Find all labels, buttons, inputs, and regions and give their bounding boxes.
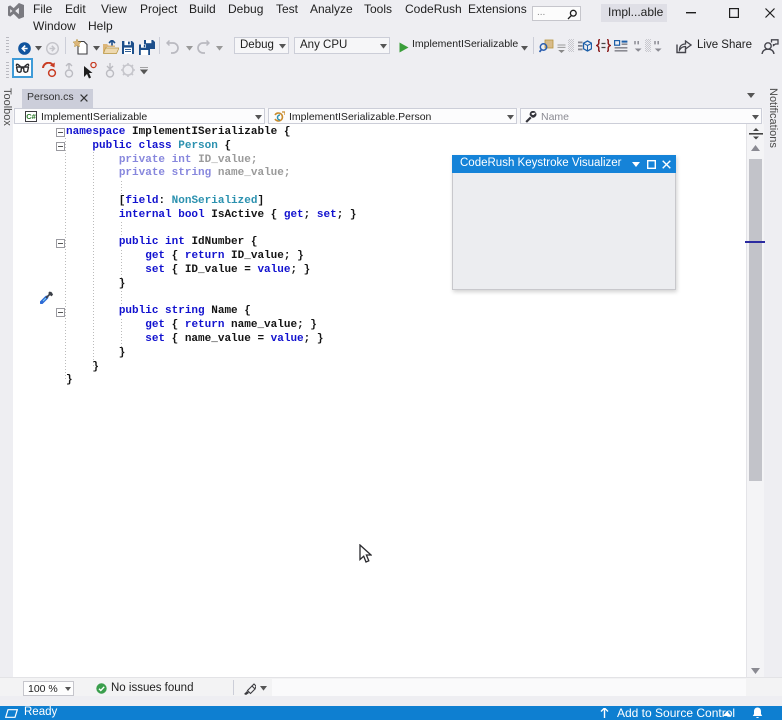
svg-text:C#: C# [26,112,36,121]
